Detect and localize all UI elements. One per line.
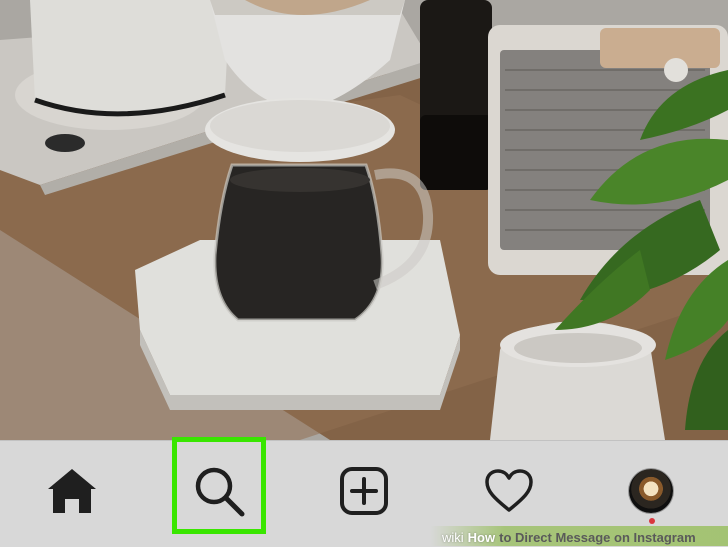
coffee-scene-image (0, 0, 728, 440)
plus-square-icon (340, 467, 388, 515)
home-icon (48, 469, 96, 513)
watermark-title: to Direct Message on Instagram (499, 529, 696, 545)
watermark-bold: How (467, 529, 496, 545)
profile-notification-dot (649, 518, 655, 524)
watermark: wiki How to Direct Message on Instagram (442, 528, 696, 546)
feed-post-photo[interactable] (0, 0, 728, 440)
avatar (629, 469, 673, 513)
watermark-prefix: wiki (442, 529, 464, 545)
tab-new-post[interactable] (319, 441, 409, 541)
search-icon (195, 467, 245, 517)
heart-icon (485, 469, 533, 512)
tab-search[interactable] (174, 441, 264, 541)
tab-home[interactable] (27, 441, 117, 541)
